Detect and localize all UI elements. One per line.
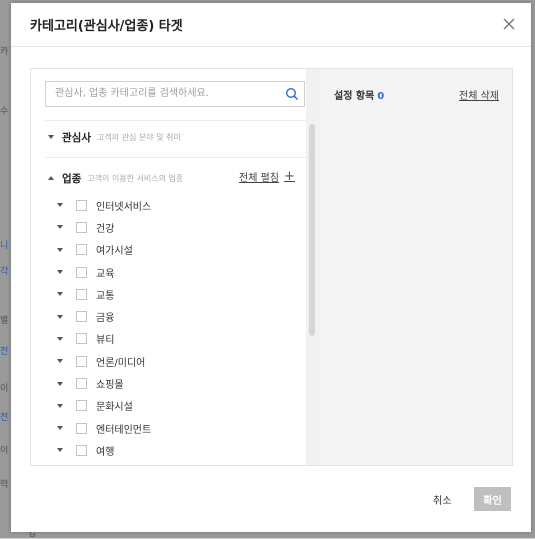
list-item: 문화시설 [56, 395, 151, 417]
selected-items-panel: 설정 항목 0 전체 삭제 [320, 68, 513, 466]
checkbox[interactable] [76, 333, 87, 345]
caret-down-icon[interactable] [56, 402, 64, 410]
delete-all-button[interactable]: 전체 삭제 [459, 87, 499, 102]
plus-icon: + [283, 168, 295, 184]
item-label: 교육 [96, 268, 115, 280]
checkbox[interactable] [76, 288, 87, 300]
group-industry[interactable]: 업종 고객이 이용한 서비스의 업종 [47, 170, 183, 186]
bg-text: 수 [0, 107, 9, 117]
close-button[interactable] [501, 16, 517, 32]
checkbox[interactable] [76, 199, 87, 211]
list-item: 엔터테인먼트 [56, 417, 151, 439]
list-item: 인터넷서비스 [56, 194, 151, 216]
caret-up-icon [48, 176, 54, 180]
list-item: 쇼핑몰 [56, 372, 151, 394]
bg-text: 전 [0, 347, 9, 357]
search-icon[interactable] [285, 87, 299, 101]
search-box [45, 81, 305, 107]
checkbox[interactable] [76, 311, 87, 323]
list-item: 교통 [56, 283, 151, 305]
expand-all-button[interactable]: 전체 펼침 + [239, 168, 295, 185]
list-item: 여행 [56, 439, 151, 461]
group-interest[interactable]: 관심사 고객의 관심 분야 및 취미 [47, 129, 181, 145]
checkbox[interactable] [76, 266, 87, 278]
caret-down-icon[interactable] [56, 246, 64, 254]
item-label: 뷰티 [96, 335, 115, 347]
item-label: 교통 [96, 290, 115, 302]
list-item: 건강 [56, 216, 151, 238]
confirm-button[interactable]: 확인 [474, 487, 511, 511]
caret-down-icon[interactable] [56, 290, 64, 298]
item-label: 쇼핑몰 [96, 380, 124, 392]
group-name: 관심사 [62, 131, 91, 144]
caret-down-icon [48, 135, 54, 139]
item-label: 인터넷서비스 [96, 201, 152, 213]
close-icon [503, 18, 515, 30]
section-divider [45, 120, 307, 121]
bg-text: 카 [0, 47, 9, 57]
caret-down-icon[interactable] [56, 357, 64, 365]
caret-down-icon[interactable] [56, 446, 64, 454]
item-label: 문화시설 [96, 402, 133, 414]
list-item: 언론/미디어 [56, 350, 151, 372]
scrollbar[interactable] [306, 69, 320, 465]
item-label: 금융 [96, 313, 115, 325]
section-divider [45, 157, 307, 158]
caret-down-icon[interactable] [56, 380, 64, 388]
selected-count-label: 설정 항목 0 [334, 87, 384, 102]
bg-text: 력 [0, 480, 9, 490]
bg-text: 이 [0, 446, 9, 456]
scrollbar-thumb[interactable] [309, 124, 315, 336]
caret-down-icon[interactable] [56, 223, 64, 231]
item-label: 언론/미디어 [96, 357, 146, 369]
checkbox[interactable] [76, 378, 87, 390]
group-name: 업종 [62, 172, 82, 185]
caret-down-icon[interactable] [56, 201, 64, 209]
checkbox[interactable] [76, 422, 87, 434]
bg-text: 니 [0, 241, 9, 251]
selected-label-text: 설정 항목 [334, 91, 375, 102]
item-label: 여가시설 [96, 246, 133, 258]
group-description: 고객의 관심 분야 및 취미 [96, 132, 181, 142]
caret-down-icon[interactable] [56, 268, 64, 276]
caret-down-icon[interactable] [56, 313, 64, 321]
expand-all-label: 전체 펼침 [239, 173, 279, 184]
checkbox[interactable] [76, 400, 87, 412]
checkbox[interactable] [76, 244, 87, 256]
list-item: 뷰티 [56, 328, 151, 350]
bg-text: 이 [0, 384, 9, 394]
selected-count: 0 [377, 91, 385, 102]
checkbox[interactable] [76, 355, 87, 367]
bg-text: 각 [0, 267, 9, 277]
item-label: 여행 [96, 446, 115, 458]
header-divider [11, 46, 531, 47]
item-label: 건강 [96, 223, 115, 235]
category-target-modal: 카테고리(관심사/업종) 타겟 관심사 고객의 관심 분야 및 취미 [11, 3, 531, 532]
category-list-panel: 관심사 고객의 관심 분야 및 취미 업종 고객이 이용한 서비스의 업종 전체… [30, 68, 321, 466]
modal-title: 카테고리(관심사/업종) 타겟 [30, 19, 183, 34]
bg-text: 별 [0, 316, 9, 326]
checkbox[interactable] [76, 221, 87, 233]
search-input[interactable] [46, 82, 283, 104]
group-description: 고객이 이용한 서비스의 업종 [87, 173, 184, 183]
caret-down-icon[interactable] [56, 335, 64, 343]
list-item: 여가시설 [56, 239, 151, 261]
checkbox[interactable] [76, 444, 87, 456]
bg-text: 전 [0, 413, 9, 423]
caret-down-icon[interactable] [56, 424, 64, 432]
cancel-button[interactable]: 취소 [433, 492, 451, 507]
list-item: 교육 [56, 261, 151, 283]
list-item: 금융 [56, 305, 151, 327]
item-label: 엔터테인먼트 [96, 424, 152, 436]
industry-item-list: 인터넷서비스 건강 여가시설 교육 교통 금융 뷰티 언론/미디어 쇼핑몰 문화… [56, 194, 151, 462]
